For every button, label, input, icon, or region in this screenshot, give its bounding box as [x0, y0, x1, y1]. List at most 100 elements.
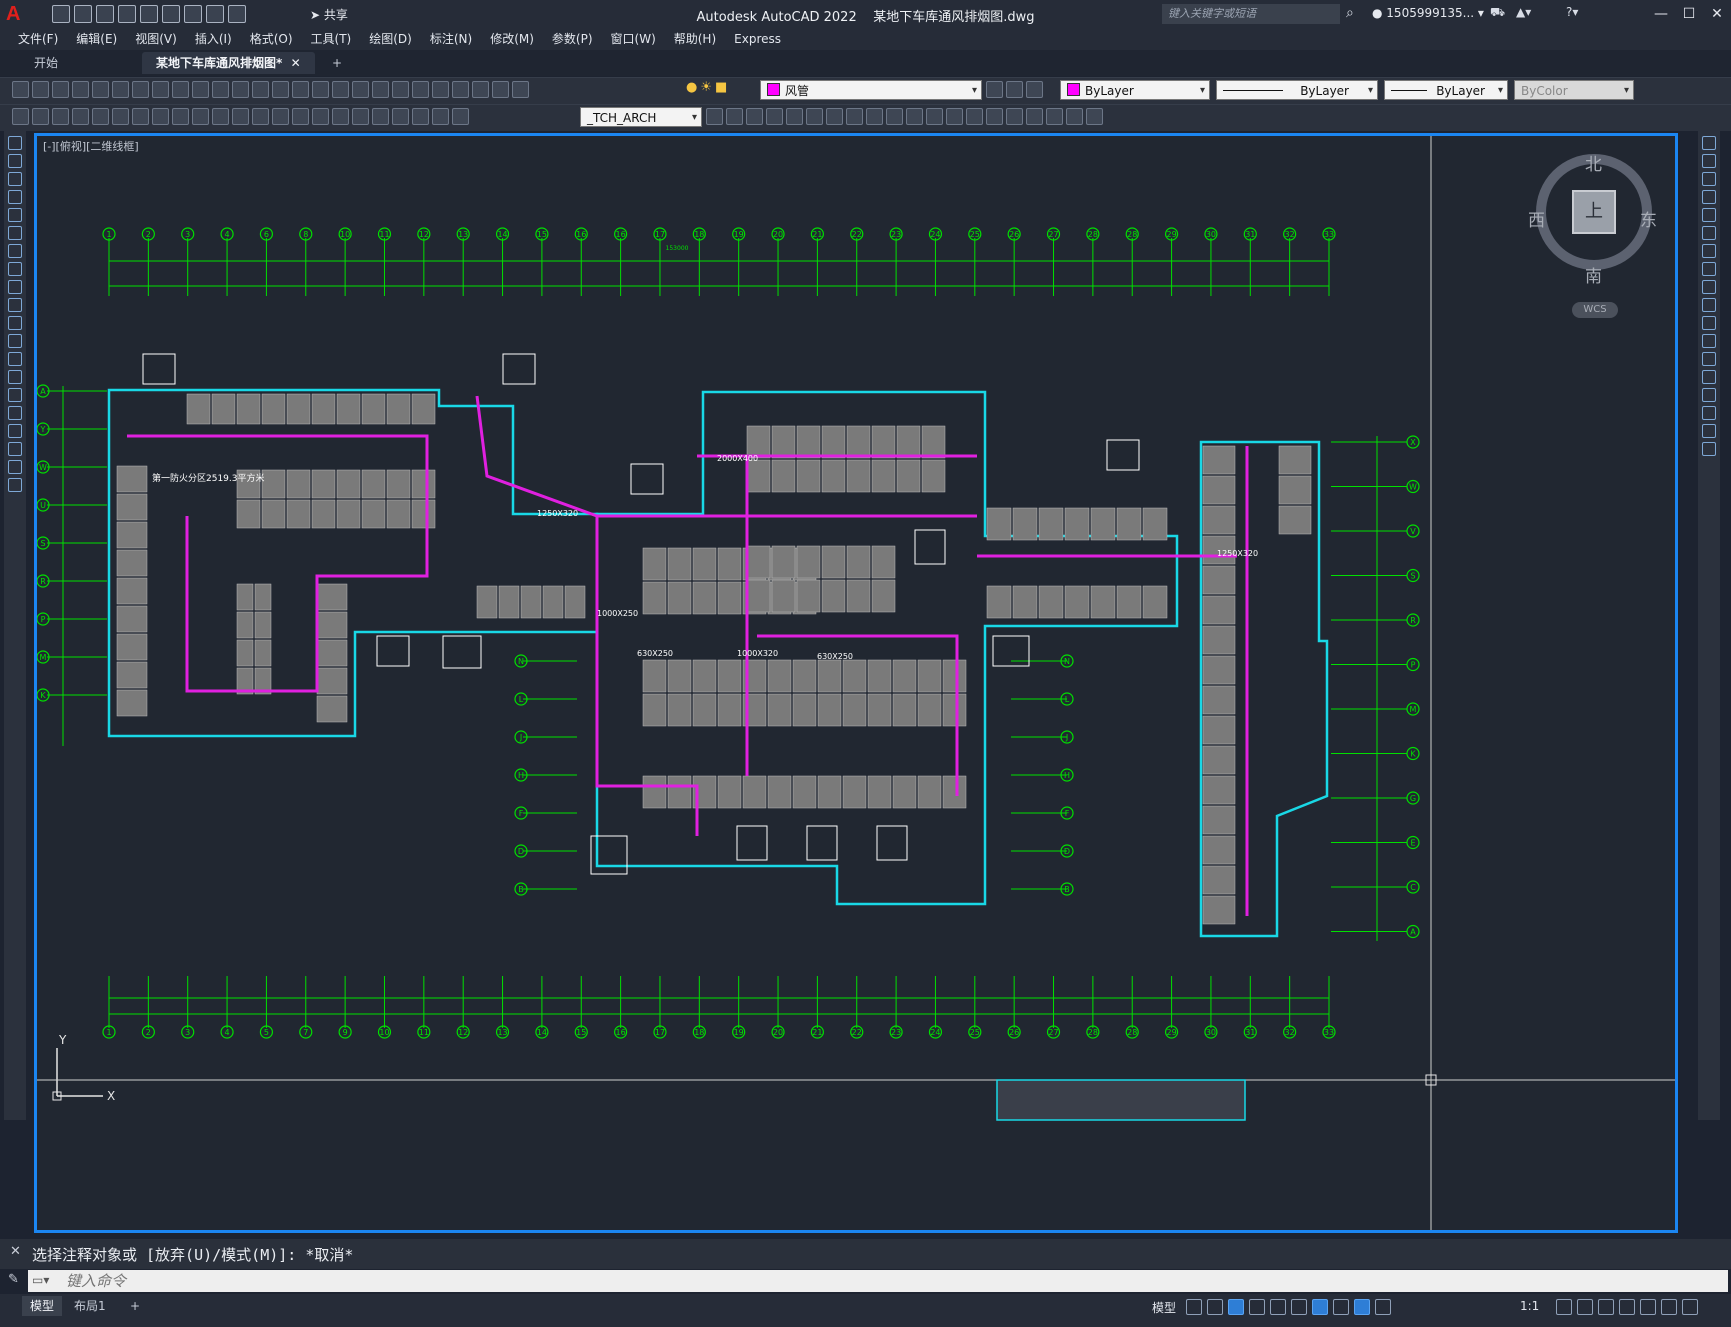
search-icon[interactable]: ⌕ — [1346, 5, 1354, 21]
layer-previous-icon[interactable] — [1006, 81, 1023, 98]
tch-icon-3[interactable] — [52, 108, 69, 125]
tch-icon-2[interactable] — [32, 108, 49, 125]
tool-l-icon[interactable] — [1006, 108, 1023, 125]
save-icon[interactable] — [52, 81, 69, 98]
polyline-icon[interactable] — [8, 172, 22, 186]
circle-icon[interactable] — [8, 244, 22, 258]
publish-icon[interactable] — [112, 81, 129, 98]
menu-item-5[interactable]: 工具(T) — [293, 28, 352, 50]
linear-dim-icon[interactable] — [72, 108, 89, 125]
open-icon[interactable] — [32, 81, 49, 98]
compass-south[interactable]: 南 — [1585, 262, 1602, 287]
tool-a-icon[interactable] — [786, 108, 803, 125]
erase-icon[interactable] — [1702, 136, 1716, 150]
ortho-icon[interactable] — [1228, 1299, 1244, 1315]
rotate-icon[interactable] — [1702, 244, 1716, 258]
jogged-icon[interactable] — [172, 108, 189, 125]
otrack-icon[interactable] — [1291, 1299, 1307, 1315]
tool-g-icon[interactable] — [906, 108, 923, 125]
customize-icon[interactable]: ✎ — [8, 1272, 19, 1287]
polar-icon[interactable] — [1249, 1299, 1265, 1315]
help-search-input[interactable]: 键入关键字或短语 — [1162, 4, 1340, 24]
arc-length-icon[interactable] — [112, 108, 129, 125]
model-space-label[interactable]: 模型 — [1152, 1299, 1176, 1316]
dim-style-dropdown[interactable]: _TCH_ARCH — [580, 107, 702, 128]
insert-block-icon[interactable] — [8, 334, 22, 348]
viewcube-top-face[interactable]: 上 — [1572, 190, 1616, 234]
workspace-gear-icon[interactable] — [1556, 1299, 1572, 1315]
tool-palettes-icon[interactable] — [412, 81, 429, 98]
annotation-visibility-icon[interactable] — [1354, 1299, 1370, 1315]
menu-item-12[interactable]: Express — [716, 28, 781, 50]
help-icon[interactable] — [492, 81, 509, 98]
make-block-icon[interactable] — [8, 352, 22, 366]
tab-document[interactable]: 某地下车库通风排烟图* ✕ — [142, 52, 315, 74]
units-icon[interactable] — [1598, 1299, 1614, 1315]
color-dropdown[interactable]: ByLayer — [1060, 80, 1210, 101]
tool-m-icon[interactable] — [1026, 108, 1043, 125]
osnap-icon[interactable] — [1312, 1299, 1328, 1315]
trim-icon[interactable] — [1702, 298, 1716, 312]
markup-icon[interactable] — [452, 81, 469, 98]
annotation-monitor-icon[interactable] — [1577, 1299, 1593, 1315]
undo-icon[interactable] — [252, 81, 269, 98]
rectangle-icon[interactable] — [8, 208, 22, 222]
layer-match-icon[interactable] — [1026, 81, 1043, 98]
cart-icon[interactable]: ⛟ — [1490, 5, 1505, 21]
pan-icon[interactable] — [292, 81, 309, 98]
menu-item-4[interactable]: 格式(O) — [232, 28, 293, 50]
baseline-dim-icon[interactable] — [252, 108, 269, 125]
break-icon[interactable] — [1702, 352, 1716, 366]
revcloud-icon[interactable] — [8, 262, 22, 276]
compass-north[interactable]: 北 — [1585, 150, 1602, 175]
chamfer-icon[interactable] — [1702, 388, 1716, 402]
command-input[interactable] — [66, 1272, 1716, 1290]
tolerance-icon[interactable] — [332, 108, 349, 125]
menu-item-0[interactable]: 文件(F) — [0, 28, 58, 50]
point-icon[interactable] — [8, 370, 22, 384]
join-icon[interactable] — [1702, 370, 1716, 384]
model-viewport[interactable]: [-][俯视][二维线框] 1 2 3 4 6 8 10 11 12 13 14 15 16 16 17 18… — [34, 133, 1678, 1233]
menu-item-7[interactable]: 标注(N) — [412, 28, 472, 50]
arc-icon[interactable] — [8, 226, 22, 240]
menu-item-8[interactable]: 修改(M) — [472, 28, 534, 50]
wcs-menu[interactable]: WCS — [1572, 302, 1618, 318]
layer-icon-b[interactable] — [746, 108, 763, 125]
linetype-dropdown[interactable]: ByLayer — [1216, 80, 1378, 101]
layer-lock-icon[interactable]: ■ — [715, 80, 727, 95]
add-selected-icon[interactable] — [8, 478, 22, 492]
sheet-set-icon[interactable] — [432, 81, 449, 98]
inspect-icon[interactable] — [372, 108, 389, 125]
offset-icon[interactable] — [1702, 190, 1716, 204]
grid-icon[interactable] — [1186, 1299, 1202, 1315]
compass-west[interactable]: 西 — [1528, 206, 1545, 231]
move-icon[interactable] — [1702, 226, 1716, 240]
fillet-icon[interactable] — [1702, 406, 1716, 420]
snap-icon[interactable] — [1207, 1299, 1223, 1315]
extend-icon[interactable] — [1702, 316, 1716, 330]
calculator-icon[interactable] — [472, 81, 489, 98]
layer-icon-c[interactable] — [766, 108, 783, 125]
ordinate-dim-icon[interactable] — [132, 108, 149, 125]
dim-break-icon[interactable] — [312, 108, 329, 125]
auto-scale-icon[interactable] — [1375, 1299, 1391, 1315]
tool-c-icon[interactable] — [826, 108, 843, 125]
clean-screen-icon[interactable] — [1661, 1299, 1677, 1315]
menu-item-11[interactable]: 帮助(H) — [656, 28, 716, 50]
zoom-previous-icon[interactable] — [352, 81, 369, 98]
command-prompt-icon[interactable]: ▭▾ — [32, 1273, 49, 1287]
layer-dropdown[interactable]: 风管 — [760, 80, 982, 101]
preview-icon[interactable] — [92, 81, 109, 98]
layer-on-icon[interactable]: ● — [686, 80, 697, 95]
layout-tab[interactable]: 布局1 — [66, 1296, 114, 1316]
dimstyle-icon[interactable] — [706, 108, 723, 125]
polygon-icon[interactable] — [8, 190, 22, 204]
explode-icon[interactable] — [1702, 442, 1716, 456]
cad-drawing[interactable]: 1 2 3 4 6 8 10 11 12 13 14 15 16 16 17 18 19 20 21 22 23 24 25… — [37, 136, 1675, 1230]
continue-dim-icon[interactable] — [272, 108, 289, 125]
lineweight-dropdown[interactable]: ByLayer — [1384, 80, 1508, 101]
lineweight-icon[interactable] — [1333, 1299, 1349, 1315]
layer-freeze-icon[interactable]: ☀ — [700, 80, 712, 95]
layer-icon-a[interactable] — [726, 108, 743, 125]
ellipse-icon[interactable] — [8, 298, 22, 312]
